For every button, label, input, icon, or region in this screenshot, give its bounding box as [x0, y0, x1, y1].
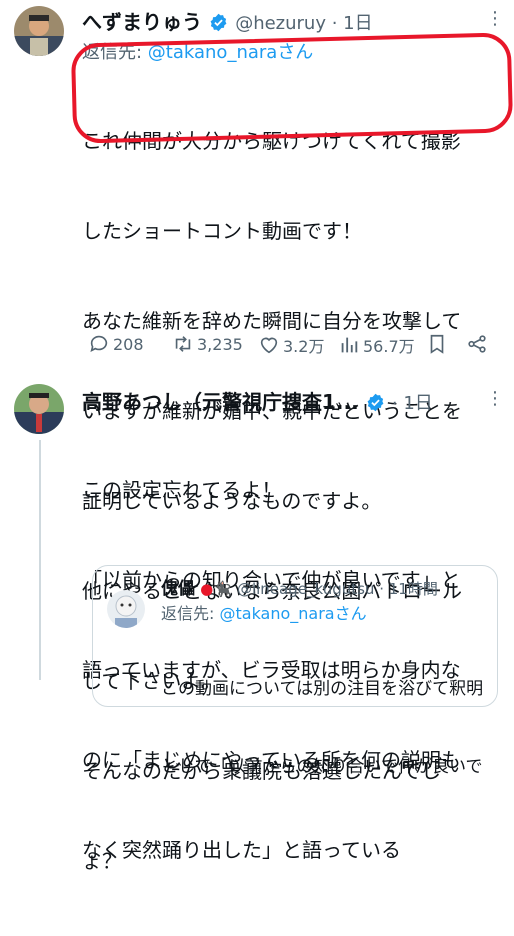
tweet-line: したショートコント動画です！ — [82, 219, 362, 243]
reply-prefix: 返信先: — [161, 604, 220, 623]
tweet-line: として「以前からの知り合いで仲が良いで — [161, 757, 483, 777]
avatar[interactable] — [14, 6, 64, 56]
views-icon — [341, 337, 358, 353]
share-button[interactable] — [466, 333, 488, 355]
avatar[interactable] — [107, 590, 145, 628]
views-button[interactable]: 56.7万 — [338, 333, 415, 357]
reply-to: 返信先: @takano_naraさん — [161, 600, 367, 624]
like-count: 3.2万 — [283, 337, 325, 356]
display-name[interactable]: 傀儡 — [161, 579, 195, 599]
verified-badge-icon — [210, 13, 227, 32]
tweet-line: なく突然踊り出した」と語っている — [82, 838, 401, 862]
reply-to-link[interactable]: @takano_naraさん — [148, 42, 314, 63]
post-time[interactable]: · 1日 — [392, 393, 433, 414]
quoted-text: この動画については別の注目を浴びて釈明 として「以前からの知り合いで仲が良いで — [161, 624, 483, 832]
verified-badge-icon — [367, 393, 384, 412]
thread-line — [39, 440, 41, 680]
like-button[interactable]: 3.2万 — [258, 333, 324, 357]
reply-button[interactable]: 208 — [88, 333, 144, 355]
reply-prefix: 返信先: — [82, 42, 148, 63]
reply-count: 208 — [113, 334, 144, 354]
more-options-icon[interactable]: ⋮ — [486, 8, 505, 29]
bookmark-button[interactable] — [426, 333, 448, 355]
reply-icon — [90, 335, 108, 352]
bookmark-icon — [430, 334, 444, 354]
views-count: 56.7万 — [363, 337, 415, 356]
heart-icon — [260, 337, 278, 354]
reply-to-link[interactable]: @takano_naraさん — [219, 604, 366, 623]
tweet-line: あなた維新を辞めた瞬間に自分を攻撃して — [82, 309, 462, 333]
handle-time[interactable]: @lineage_kugutsu · 11時間 — [237, 580, 438, 598]
quoted-tweet[interactable]: 傀儡 ●🐈‍⬛ @lineage_kugutsu · 11時間 返信先: @ta… — [92, 565, 498, 777]
action-bar: 208 3,235 3.2万 56.7万 — [0, 333, 514, 363]
retweet-icon — [175, 336, 191, 352]
retweet-count: 3,235 — [197, 334, 243, 354]
display-name[interactable]: 高野あつし（元警視庁捜査1... — [82, 390, 359, 414]
reply-to: 返信先: @takano_naraさん — [82, 38, 313, 64]
name-emoji: ●🐈‍⬛ — [200, 580, 232, 598]
more-options-icon[interactable]: ⋮ — [486, 388, 505, 409]
display-name[interactable]: へずまりゅう — [82, 10, 202, 34]
avatar[interactable] — [14, 384, 64, 434]
share-icon — [468, 335, 486, 353]
handle-time[interactable]: @hezuruy · 1日 — [235, 13, 372, 34]
retweet-button[interactable]: 3,235 — [172, 333, 243, 355]
tweet-line: この設定忘れてるよ！ — [82, 478, 282, 502]
tweet-line: これ仲間が大分から駆けつけてくれて撮影 — [82, 129, 461, 153]
